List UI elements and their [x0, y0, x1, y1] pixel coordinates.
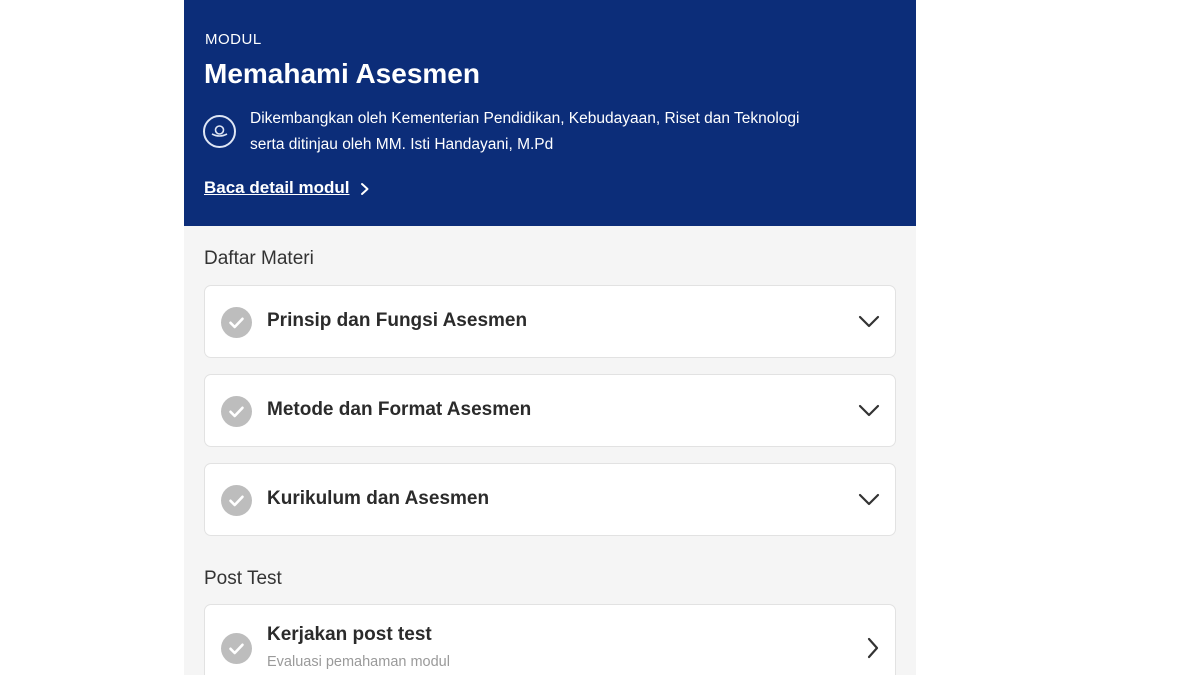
post-test-card[interactable]: Kerjakan post test Evaluasi pemahaman mo… [204, 604, 896, 675]
post-test-subtitle: Evaluasi pemahaman modul [267, 654, 450, 670]
material-item[interactable]: Metode dan Format Asesmen [204, 374, 896, 447]
module-author: Dikembangkan oleh Kementerian Pendidikan… [250, 106, 890, 158]
check-circle-icon [221, 396, 252, 427]
materials-section-label: Daftar Materi [204, 248, 314, 269]
post-test-section-label: Post Test [204, 568, 282, 589]
read-module-detail-label: Baca detail modul [204, 178, 350, 197]
author-line-2: serta ditinjau oleh MM. Isti Handayani, … [250, 136, 554, 153]
chevron-right-icon [359, 181, 371, 195]
module-eyebrow: MODUL [205, 31, 262, 48]
chevron-down-icon [858, 315, 880, 328]
ministry-logo-icon [203, 115, 236, 148]
chevron-down-icon [858, 493, 880, 506]
check-circle-icon [221, 485, 252, 516]
check-circle-icon [221, 633, 252, 664]
module-header: MODUL Memahami Asesmen Dikembangkan oleh… [184, 0, 916, 226]
read-module-detail-link[interactable]: Baca detail modul [204, 178, 371, 198]
material-item[interactable]: Prinsip dan Fungsi Asesmen [204, 285, 896, 358]
check-circle-icon [221, 307, 252, 338]
chevron-right-icon [867, 637, 879, 659]
chevron-down-icon [858, 404, 880, 417]
post-test-title: Kerjakan post test [267, 624, 432, 645]
material-item-label: Metode dan Format Asesmen [267, 399, 532, 420]
material-item-label: Kurikulum dan Asesmen [267, 488, 490, 509]
module-screen: MODUL Memahami Asesmen Dikembangkan oleh… [184, 0, 916, 675]
module-title: Memahami Asesmen [204, 58, 480, 89]
material-item[interactable]: Kurikulum dan Asesmen [204, 463, 896, 536]
author-line-1: Dikembangkan oleh Kementerian Pendidikan… [250, 110, 800, 127]
material-item-label: Prinsip dan Fungsi Asesmen [267, 310, 528, 331]
